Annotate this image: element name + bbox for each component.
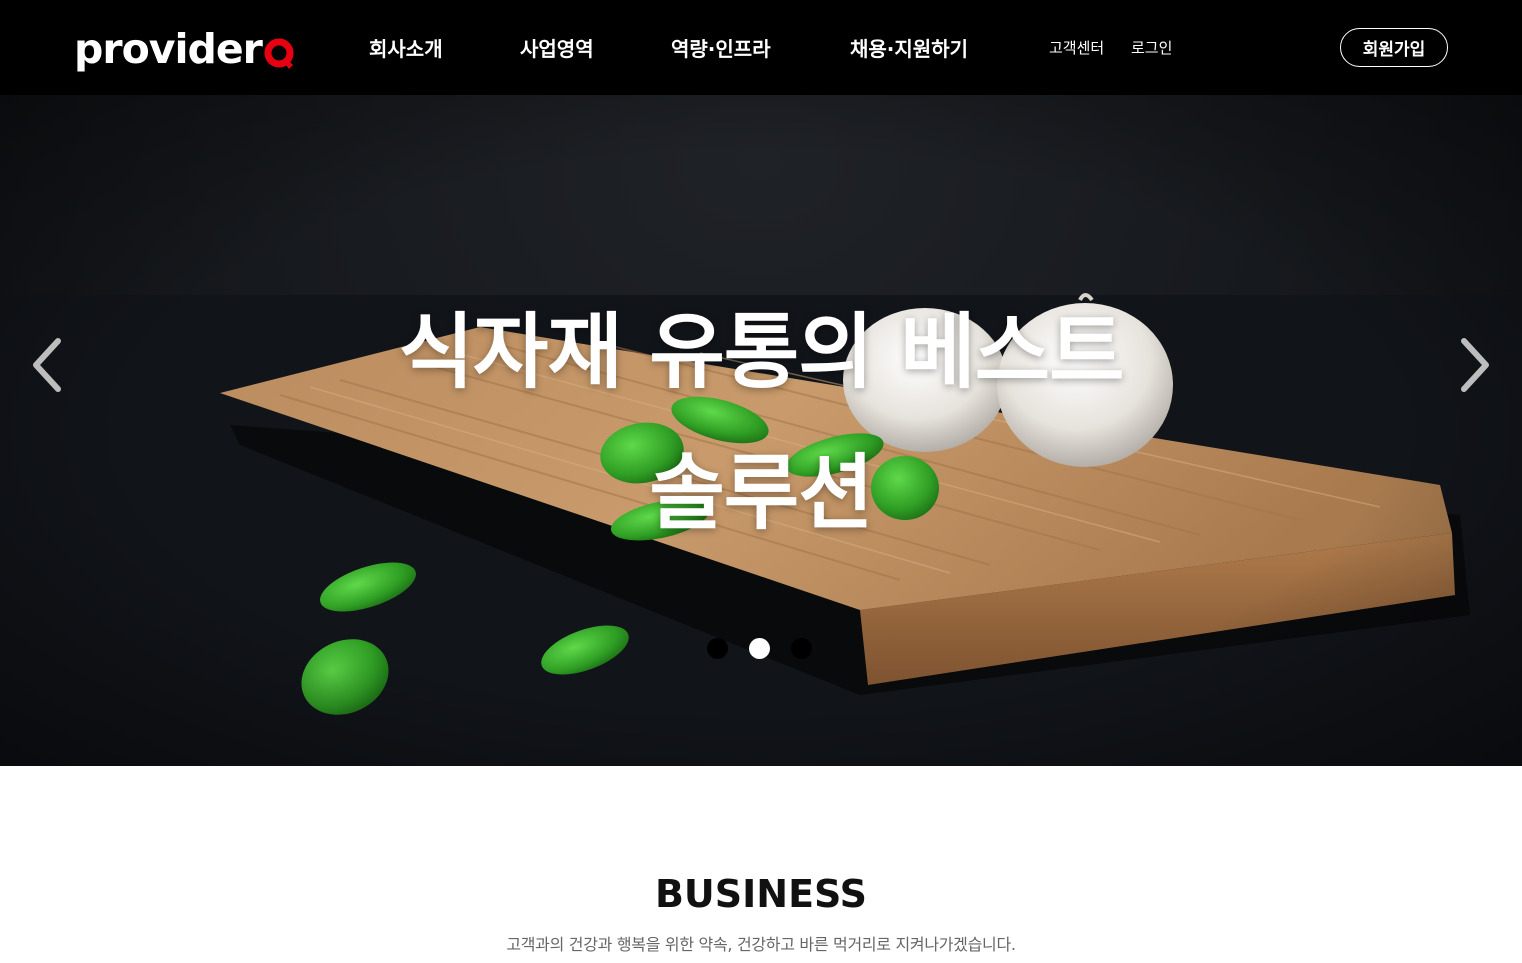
nav-company[interactable]: 회사소개 — [369, 33, 443, 62]
hero-slider: 식자재 유통의 베스트 솔루션 — [0, 95, 1522, 766]
slider-prev-button[interactable] — [28, 335, 68, 395]
nav-business[interactable]: 사업영역 — [520, 33, 594, 62]
customer-center-link[interactable]: 고객센터 — [1049, 37, 1104, 58]
brand-logo[interactable]: provider — [74, 20, 296, 70]
chevron-right-icon — [1461, 338, 1489, 392]
chevron-left-icon — [33, 338, 61, 392]
hero-background-image — [0, 95, 1522, 766]
business-section-subtitle: 고객과의 건강과 행복을 위한 약속, 건강하고 바른 먹거리로 지켜나가겠습니… — [506, 935, 1016, 954]
slider-dot-3[interactable] — [791, 638, 812, 659]
slider-next-button[interactable] — [1454, 335, 1494, 395]
business-section-title: BUSINESS — [654, 872, 868, 916]
nav-capability[interactable]: 역량·인프라 — [671, 33, 771, 62]
slider-pagination — [707, 638, 812, 659]
login-link[interactable]: 로그인 — [1131, 37, 1172, 58]
hero-title-line1: 식자재 유통의 베스트 — [398, 305, 1124, 400]
logo-text: provider — [74, 25, 263, 73]
slider-dot-2[interactable] — [749, 638, 770, 659]
nav-recruit[interactable]: 채용·지원하기 — [850, 33, 968, 62]
hero-title-line2: 솔루션 — [649, 446, 873, 541]
logo-q-mark — [264, 36, 296, 69]
site-header: provider 회사소개 사업영역 역량·인프라 채용·지원하기 고객센터 로… — [0, 0, 1522, 95]
slider-dot-1[interactable] — [707, 638, 728, 659]
signup-button[interactable]: 회원가입 — [1340, 28, 1448, 67]
